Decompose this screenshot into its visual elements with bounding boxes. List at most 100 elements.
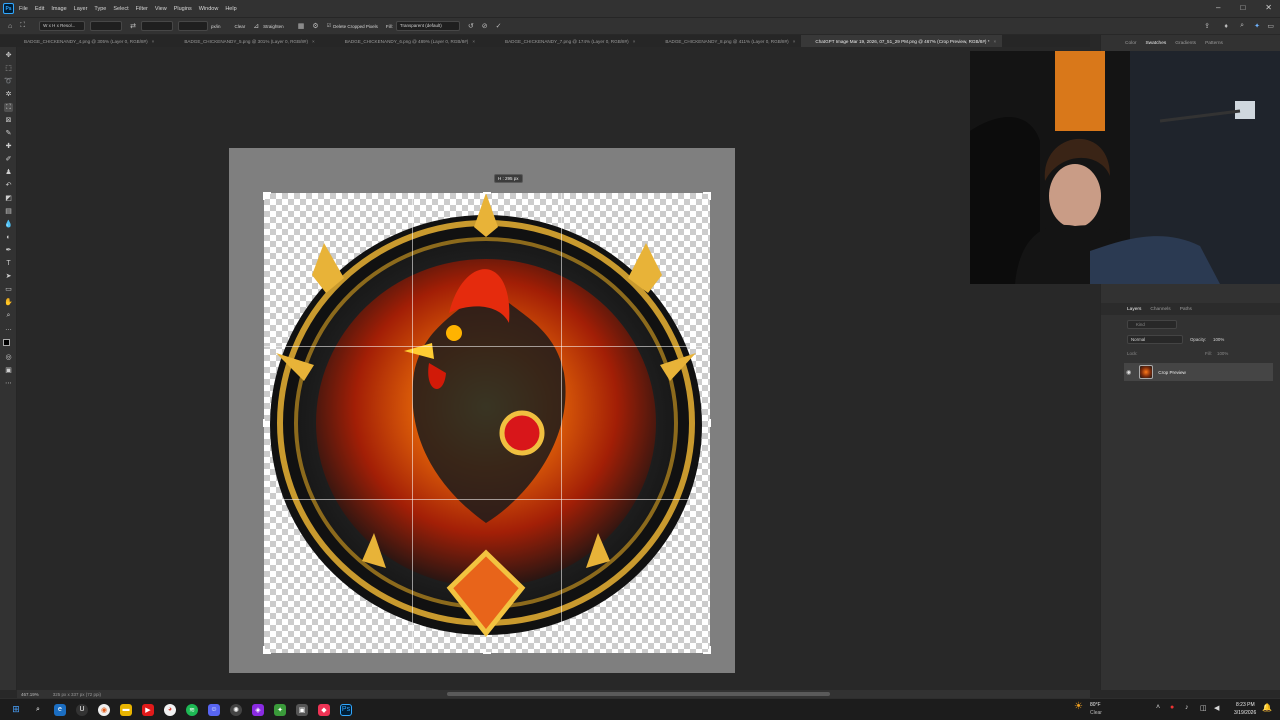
cancel-icon[interactable]: ⊘	[482, 22, 488, 30]
chrome-icon[interactable]: ◕	[164, 703, 176, 716]
fill-select[interactable]: Transparent (default)	[395, 21, 460, 31]
crop-handle-top[interactable]	[483, 192, 491, 200]
layer-row[interactable]: ◉ Crop Preview	[1124, 363, 1273, 381]
maximize-button[interactable]: □	[1240, 3, 1245, 12]
layer-name[interactable]: Crop Preview	[1158, 370, 1186, 375]
reset-icon[interactable]: ↺	[468, 22, 474, 30]
opacity-value[interactable]: 100%	[1213, 337, 1224, 342]
menu-file[interactable]: File	[19, 6, 28, 12]
home-icon[interactable]: ⌂	[8, 23, 12, 30]
menu-window[interactable]: Window	[199, 6, 219, 12]
menu-layer[interactable]: Layer	[74, 6, 88, 12]
doc-tab-active[interactable]: ChatGPT Image Mar 19, 2026, 07_51_29 PM.…	[801, 35, 1003, 47]
app-icon-4[interactable]: ▣	[296, 703, 308, 716]
edit-toolbar-icon[interactable]: ⋯	[4, 379, 13, 388]
youtube-icon[interactable]: ▶	[142, 703, 154, 716]
menu-image[interactable]: Image	[51, 6, 66, 12]
clock-date[interactable]: 3/19/2026	[1234, 710, 1256, 716]
crop-handle-right[interactable]	[703, 419, 711, 427]
search-icon[interactable]: ⌕	[1240, 22, 1244, 30]
volume-icon[interactable]: ◀	[1214, 704, 1219, 712]
app-icon-5[interactable]: ◆	[318, 703, 330, 716]
zoom-tool-icon[interactable]: ⌕	[4, 311, 13, 320]
swap-icon[interactable]: ⇄	[130, 22, 136, 30]
visibility-eye-icon[interactable]: ◉	[1126, 369, 1131, 376]
crop-handle-top-left[interactable]	[263, 192, 271, 200]
horizontal-scrollbar[interactable]	[447, 692, 830, 696]
history-brush-icon[interactable]: ↶	[4, 181, 13, 190]
doc-tab[interactable]: BADGE_CHICKENANDY_7.png @ 174% (Layer 0,…	[481, 35, 641, 47]
app-icon[interactable]: ◉	[98, 703, 110, 716]
workspace-icon[interactable]: ▭	[1267, 22, 1274, 30]
menu-help[interactable]: Help	[225, 6, 236, 12]
unreal-engine-icon[interactable]: U	[76, 703, 88, 716]
doc-tab[interactable]: BADGE_CHICKENANDY_6.png @ 489% (Layer 0,…	[321, 35, 481, 47]
close-window-button[interactable]: ✕	[1265, 3, 1272, 12]
hand-tool-icon[interactable]: ✋	[4, 298, 13, 307]
app-icon-2[interactable]: ◈	[252, 703, 264, 716]
tab-close-icon[interactable]: ×	[793, 39, 796, 44]
eyedropper-tool-icon[interactable]: ✎	[4, 129, 13, 138]
minimize-button[interactable]: –	[1216, 3, 1220, 12]
tab-close-icon[interactable]: ×	[472, 39, 475, 44]
brush-tool-icon[interactable]: ✐	[4, 155, 13, 164]
crop-tool-preset-icon[interactable]: ⛶	[20, 22, 25, 30]
blend-mode-select[interactable]: Normal	[1127, 335, 1183, 344]
settings-gear-icon[interactable]: ⚙	[312, 22, 318, 30]
crop-handle-bottom[interactable]	[483, 646, 491, 654]
share-icon[interactable]: ⇪	[1204, 22, 1210, 30]
more-tools-icon[interactable]: …	[4, 324, 13, 333]
blur-tool-icon[interactable]: 💧	[4, 220, 13, 229]
menu-view[interactable]: View	[155, 6, 167, 12]
type-tool-icon[interactable]: T	[4, 259, 13, 268]
move-tool-icon[interactable]: ✥	[4, 51, 13, 60]
commit-check-icon[interactable]: ✓	[496, 22, 502, 30]
tab-color[interactable]: Color	[1125, 41, 1136, 46]
menu-filter[interactable]: Filter	[136, 6, 148, 12]
menu-select[interactable]: Select	[113, 6, 128, 12]
discover-icon[interactable]: ✦	[1254, 22, 1260, 30]
tab-channels[interactable]: Channels	[1150, 307, 1170, 312]
overlay-grid-icon[interactable]: ▦	[298, 22, 305, 30]
menu-type[interactable]: Type	[94, 6, 106, 12]
lasso-tool-icon[interactable]: ➰	[4, 77, 13, 86]
menu-edit[interactable]: Edit	[35, 6, 44, 12]
tab-gradients[interactable]: Gradients	[1175, 41, 1196, 46]
width-field[interactable]	[90, 21, 123, 31]
discord-icon[interactable]: ☺	[208, 703, 220, 716]
pen-tool-icon[interactable]: ✒	[4, 246, 13, 255]
openai-icon[interactable]: ✺	[230, 703, 242, 716]
rectangle-tool-icon[interactable]: ▭	[4, 285, 13, 294]
quick-mask-icon[interactable]: ◎	[4, 353, 13, 362]
crop-tool-icon[interactable]: ⛶	[4, 103, 13, 112]
crop-handle-bottom-left[interactable]	[263, 646, 271, 654]
object-select-tool-icon[interactable]: ✲	[4, 90, 13, 99]
straighten-icon[interactable]: ⊿	[253, 22, 259, 30]
eraser-tool-icon[interactable]: ◩	[4, 194, 13, 203]
crop-handle-bottom-right[interactable]	[703, 646, 711, 654]
crop-handle-left[interactable]	[263, 419, 271, 427]
file-explorer-icon[interactable]: ▬	[120, 703, 132, 716]
clear-button[interactable]: Clear	[235, 24, 246, 29]
tab-layers[interactable]: Layers	[1127, 307, 1141, 312]
tab-patterns[interactable]: Patterns	[1205, 41, 1223, 46]
edge-browser-icon[interactable]: e	[54, 703, 66, 716]
layer-filter-kind[interactable]: Kind	[1127, 320, 1177, 329]
tab-close-icon[interactable]: ×	[152, 39, 155, 44]
dodge-tool-icon[interactable]: ◐	[4, 233, 13, 242]
height-field[interactable]	[141, 21, 174, 31]
notification-bell-icon[interactable]: 🔔	[1262, 703, 1272, 712]
photoshop-taskbar-icon[interactable]: Ps	[340, 703, 352, 716]
start-windows-icon[interactable]: ⊞	[10, 704, 22, 716]
app-icon-3[interactable]: ✦	[274, 703, 286, 716]
weather-icon[interactable]: ☀	[1074, 701, 1083, 712]
gradient-tool-icon[interactable]: ▤	[4, 207, 13, 216]
tray-app-icon[interactable]: ●	[1170, 704, 1174, 711]
straighten-button[interactable]: Straighten	[263, 24, 284, 29]
delete-cropped-checkbox[interactable]: ☑	[327, 23, 331, 29]
tab-close-icon[interactable]: ×	[633, 39, 636, 44]
marquee-tool-icon[interactable]: ⬚	[4, 64, 13, 73]
frame-tool-icon[interactable]: ⊠	[4, 116, 13, 125]
doc-tab[interactable]: BADGE_CHICKENANDY_8.png @ 411% (Layer 0,…	[641, 35, 801, 47]
doc-tab[interactable]: BADGE_CHICKENANDY_4.png @ 305% (Layer 0,…	[0, 35, 160, 47]
